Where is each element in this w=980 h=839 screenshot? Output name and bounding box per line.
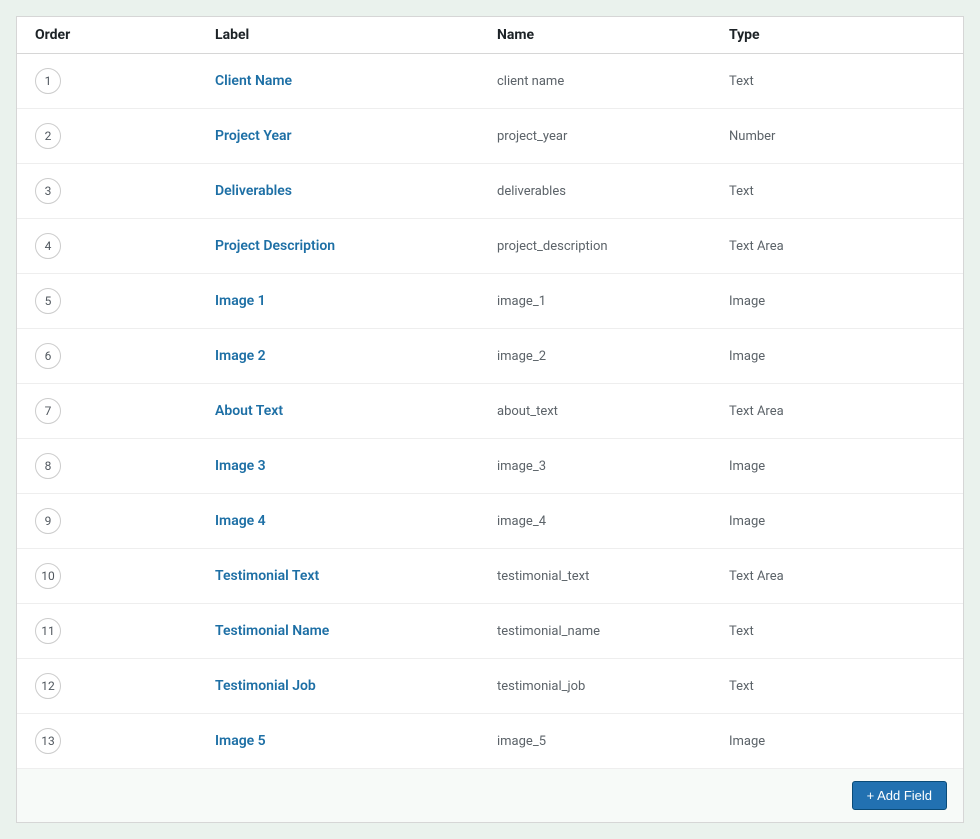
field-type-text: Text [729, 679, 754, 694]
add-field-button[interactable]: + Add Field [852, 781, 947, 810]
field-label-link[interactable]: About Text [215, 403, 283, 419]
field-name-text: image_2 [497, 349, 546, 364]
table-row[interactable]: 10 Testimonial Text testimonial_text Tex… [17, 549, 963, 604]
header-type: Type [729, 27, 945, 43]
order-handle[interactable]: 2 [35, 123, 61, 149]
field-label-link[interactable]: Testimonial Text [215, 568, 319, 584]
field-label-link[interactable]: Deliverables [215, 183, 292, 199]
field-type-text: Text Area [729, 569, 784, 584]
field-name-text: testimonial_text [497, 569, 589, 584]
table-header: Order Label Name Type [17, 17, 963, 54]
table-row[interactable]: 9 Image 4 image_4 Image [17, 494, 963, 549]
field-name-text: image_1 [497, 294, 546, 309]
order-handle[interactable]: 10 [35, 563, 61, 589]
order-handle[interactable]: 4 [35, 233, 61, 259]
field-type-text: Image [729, 514, 765, 529]
field-label-link[interactable]: Testimonial Name [215, 623, 329, 639]
table-row[interactable]: 8 Image 3 image_3 Image [17, 439, 963, 494]
field-label-link[interactable]: Project Year [215, 128, 292, 144]
field-name-text: testimonial_job [497, 679, 585, 694]
field-name-text: project_year [497, 129, 567, 144]
table-footer: + Add Field [17, 769, 963, 822]
fields-panel: Order Label Name Type 1 Client Name clie… [16, 16, 964, 823]
field-label-link[interactable]: Image 5 [215, 733, 266, 749]
table-row[interactable]: 13 Image 5 image_5 Image [17, 714, 963, 769]
order-handle[interactable]: 1 [35, 68, 61, 94]
order-handle[interactable]: 9 [35, 508, 61, 534]
field-label-link[interactable]: Testimonial Job [215, 678, 316, 694]
field-type-text: Text [729, 74, 754, 89]
field-type-text: Image [729, 459, 765, 474]
field-label-link[interactable]: Image 3 [215, 458, 266, 474]
field-name-text: client name [497, 74, 564, 89]
table-row[interactable]: 7 About Text about_text Text Area [17, 384, 963, 439]
field-type-text: Image [729, 294, 765, 309]
order-handle[interactable]: 3 [35, 178, 61, 204]
table-row[interactable]: 2 Project Year project_year Number [17, 109, 963, 164]
field-name-text: about_text [497, 404, 558, 419]
field-name-text: image_5 [497, 734, 546, 749]
field-name-text: deliverables [497, 184, 566, 199]
field-label-link[interactable]: Client Name [215, 73, 292, 89]
header-order: Order [35, 27, 215, 43]
header-label: Label [215, 27, 497, 43]
order-handle[interactable]: 13 [35, 728, 61, 754]
field-type-text: Text Area [729, 239, 784, 254]
field-type-text: Image [729, 349, 765, 364]
order-handle[interactable]: 12 [35, 673, 61, 699]
order-handle[interactable]: 6 [35, 343, 61, 369]
field-label-link[interactable]: Image 2 [215, 348, 266, 364]
order-handle[interactable]: 11 [35, 618, 61, 644]
order-handle[interactable]: 7 [35, 398, 61, 424]
field-label-link[interactable]: Image 1 [215, 293, 266, 309]
field-name-text: testimonial_name [497, 624, 600, 639]
table-body: 1 Client Name client name Text 2 Project… [17, 54, 963, 769]
field-name-text: image_4 [497, 514, 546, 529]
table-row[interactable]: 6 Image 2 image_2 Image [17, 329, 963, 384]
header-name: Name [497, 27, 729, 43]
table-row[interactable]: 4 Project Description project_descriptio… [17, 219, 963, 274]
table-row[interactable]: 5 Image 1 image_1 Image [17, 274, 963, 329]
field-type-text: Text [729, 624, 754, 639]
field-label-link[interactable]: Project Description [215, 238, 335, 254]
order-handle[interactable]: 5 [35, 288, 61, 314]
field-type-text: Text Area [729, 404, 784, 419]
table-row[interactable]: 1 Client Name client name Text [17, 54, 963, 109]
field-type-text: Text [729, 184, 754, 199]
field-type-text: Image [729, 734, 765, 749]
field-label-link[interactable]: Image 4 [215, 513, 266, 529]
table-row[interactable]: 12 Testimonial Job testimonial_job Text [17, 659, 963, 714]
field-name-text: image_3 [497, 459, 546, 474]
field-type-text: Number [729, 129, 775, 144]
field-name-text: project_description [497, 239, 608, 254]
table-row[interactable]: 11 Testimonial Name testimonial_name Tex… [17, 604, 963, 659]
order-handle[interactable]: 8 [35, 453, 61, 479]
table-row[interactable]: 3 Deliverables deliverables Text [17, 164, 963, 219]
